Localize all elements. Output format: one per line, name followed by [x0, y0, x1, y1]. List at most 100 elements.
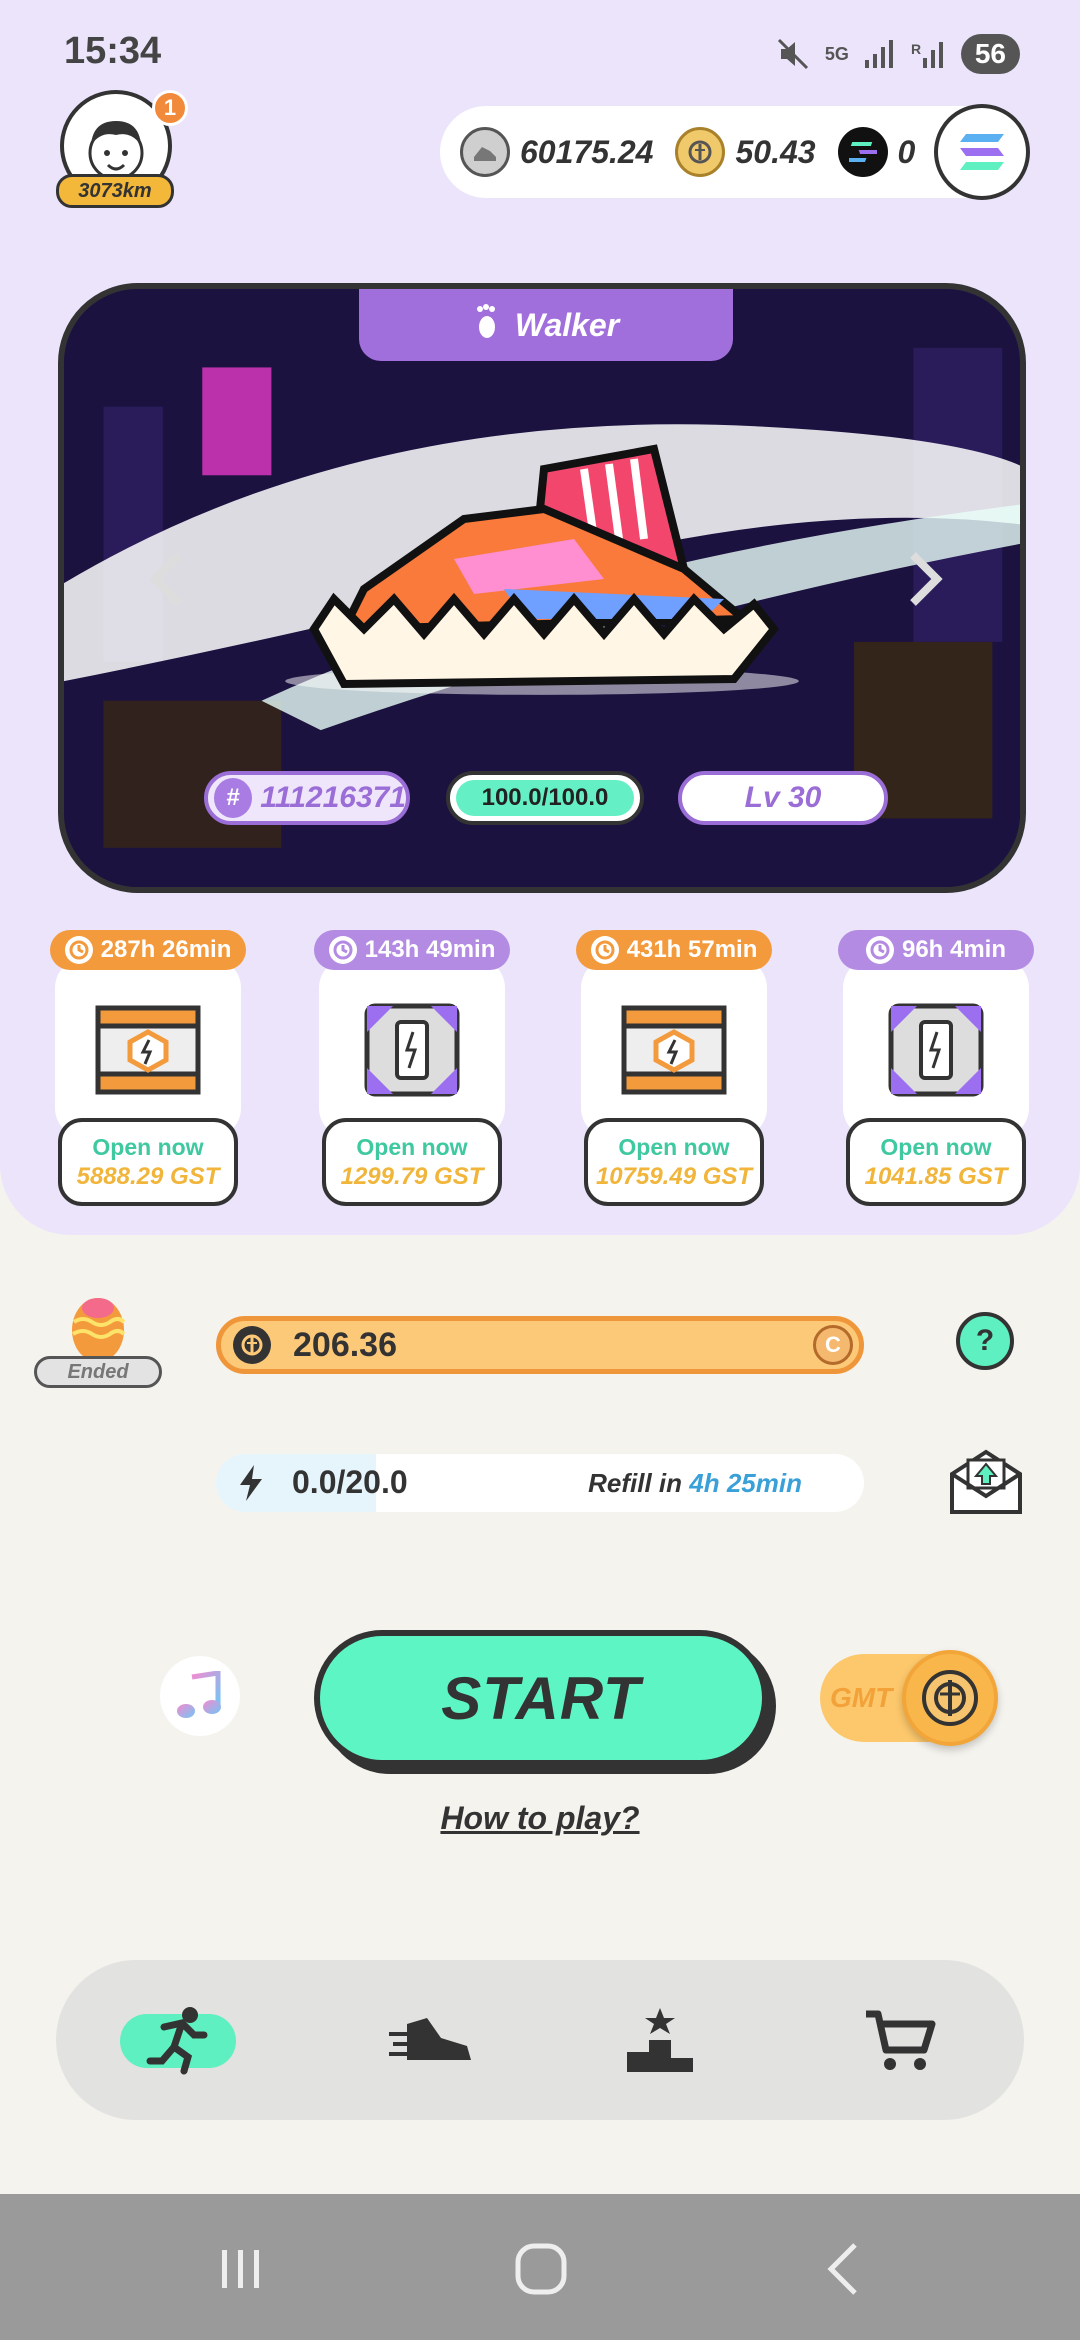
purple-box-icon [364, 1003, 460, 1097]
mail-button[interactable] [948, 1448, 1024, 1516]
nav-market[interactable] [840, 1990, 960, 2090]
cart-icon [866, 2010, 936, 2070]
open-label: Open now [356, 1133, 468, 1160]
distance-badge: 3073km [56, 174, 174, 208]
balance-sol-value: 0 [897, 133, 916, 170]
recent-apps-button[interactable] [206, 2234, 276, 2304]
recent-apps-icon [222, 2250, 259, 2288]
clock-icon [865, 936, 894, 964]
previous-sneaker-button[interactable] [142, 539, 192, 619]
box-timer-label: 287h 26min [100, 936, 232, 963]
sneaker-icon [389, 2018, 471, 2060]
sneaker-id-pill: # 111216371 [204, 771, 410, 825]
gst-cap-badge: C [813, 1325, 853, 1365]
mystery-box[interactable]: 287h 26min Open now 5888.29 GST [50, 930, 246, 1206]
egg-icon [71, 1298, 126, 1362]
nav-sneakers[interactable] [372, 1990, 492, 2090]
gmt-toggle[interactable]: GMT [820, 1650, 998, 1746]
system-navigation-bar [0, 2194, 1080, 2340]
sneaker-type-tab: Walker [359, 289, 733, 361]
bottom-navigation [56, 1960, 1024, 2120]
sneaker-showcase: Walker # 111216371 100.0/100.0 Lv 30 [58, 283, 1026, 893]
mystery-box[interactable]: 431h 57min Open now 10759.49 GST [576, 930, 772, 1206]
orange-box-icon [95, 1005, 201, 1095]
refill-label: Refill in [588, 1468, 683, 1498]
mystery-box[interactable]: 143h 49min Open now 1299.79 GST [314, 930, 510, 1206]
music-note-icon [177, 1671, 221, 1718]
mystery-box[interactable]: 96h 4min Open now 1041.85 GST [838, 930, 1034, 1206]
open-price: 5888.29 GST [76, 1162, 220, 1190]
status-time: 15:34 [64, 30, 162, 72]
box-timer: 431h 57min [576, 930, 772, 970]
refill-info: Refill in 4h 25min [588, 1468, 802, 1499]
next-sneaker-button[interactable] [900, 539, 950, 619]
back-button[interactable] [808, 2234, 878, 2304]
network-label: 5G [824, 44, 849, 64]
box-timer-label: 96h 4min [901, 936, 1007, 963]
gmt-toggle-label: GMT [830, 1682, 893, 1713]
status-icons: 5G R 56 [775, 30, 1020, 78]
sneaker-type-label: Walker [514, 306, 620, 343]
start-button[interactable]: START [314, 1630, 768, 1766]
wallet-menu-button[interactable] [934, 104, 1030, 200]
box-timer: 143h 49min [314, 930, 510, 970]
open-price: 10759.49 GST [595, 1162, 753, 1190]
egg-widget[interactable]: Ended [34, 1292, 164, 1392]
open-price: 1041.85 GST [864, 1162, 1008, 1190]
chevron-left-icon [149, 552, 182, 606]
clock-icon [64, 936, 93, 964]
music-button[interactable] [160, 1656, 240, 1736]
back-icon [827, 2243, 857, 2295]
gmt-coin-icon [922, 1670, 978, 1726]
nav-run[interactable] [120, 1990, 240, 2090]
notification-badge: 1 [152, 90, 188, 126]
energy-value: 0.0/20.0 [292, 1464, 408, 1500]
box-card [581, 958, 767, 1138]
open-label: Open now [92, 1133, 204, 1160]
leaderboard-icon [627, 2008, 693, 2072]
signal-icon [863, 38, 897, 70]
orange-box-icon [621, 1005, 727, 1095]
sol-coin-icon [837, 127, 888, 177]
open-box-button[interactable]: Open now 1041.85 GST [846, 1118, 1026, 1206]
open-box-button[interactable]: Open now 5888.29 GST [58, 1118, 238, 1206]
gst-earnings-value: 206.36 [293, 1325, 397, 1364]
signal-r-icon: R [911, 38, 947, 70]
balance-gst: 50.43 [675, 127, 816, 177]
balance-sol: 0 [837, 127, 916, 177]
open-price: 1299.79 GST [340, 1162, 484, 1190]
box-timer: 96h 4min [838, 930, 1034, 970]
durability-pill: 100.0/100.0 [446, 771, 644, 825]
nav-leaderboard[interactable] [600, 1990, 720, 2090]
balance-gst-value: 50.43 [735, 133, 816, 170]
open-box-button[interactable]: Open now 10759.49 GST [584, 1118, 764, 1206]
open-box-button[interactable]: Open now 1299.79 GST [322, 1118, 502, 1206]
clock-icon [590, 936, 619, 964]
clock-icon [328, 936, 357, 964]
profile-avatar[interactable]: 1 3073km [56, 90, 188, 210]
box-card [319, 958, 505, 1138]
help-button[interactable]: ? [956, 1312, 1014, 1370]
open-label: Open now [880, 1133, 992, 1160]
level-pill: Lv 30 [678, 771, 888, 825]
refill-time: 4h 25min [689, 1468, 802, 1498]
durability-value: 100.0/100.0 [456, 780, 634, 816]
how-to-play-link[interactable]: How to play? [0, 1800, 1080, 1837]
open-label: Open now [618, 1133, 730, 1160]
balance-gst-gmt: 60175.24 [460, 127, 653, 177]
gst-coin-icon [233, 1326, 271, 1364]
gmt-toggle-knob [902, 1650, 998, 1746]
home-button[interactable] [506, 2234, 576, 2304]
box-timer-label: 431h 57min [626, 936, 758, 963]
purple-box-icon [888, 1003, 984, 1097]
box-timer-label: 143h 49min [364, 936, 496, 963]
energy-bar: 0.0/20.0 Refill in 4h 25min [216, 1454, 864, 1512]
mute-icon [775, 36, 811, 72]
hash-icon: # [214, 778, 253, 818]
envelope-icon [950, 1449, 1022, 1514]
box-timer: 287h 26min [50, 930, 246, 970]
gst-coin-icon [675, 127, 726, 177]
balance-bar[interactable]: 60175.24 50.43 0 [440, 104, 1030, 200]
battery-indicator: 56 [960, 34, 1020, 74]
balance-gst-gmt-value: 60175.24 [520, 133, 654, 170]
